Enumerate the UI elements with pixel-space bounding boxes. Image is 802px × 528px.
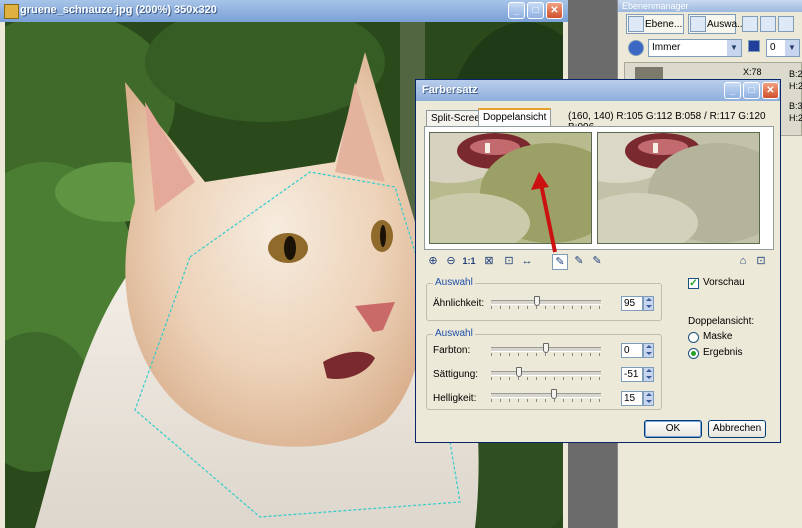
blend-icon [628,40,644,56]
group-label: Auswahl [433,328,475,339]
selection-group: Auswahl Ähnlichkeit: 95 [426,277,662,321]
preview-label: Vorschau [703,277,745,288]
mask-label: Maske [703,331,733,342]
selection-icon [690,16,706,32]
chevron-down-icon: ▼ [785,40,799,56]
ok-button[interactable]: OK [644,420,702,438]
tab-label: Doppelansicht [483,112,547,123]
preview-result[interactable] [597,132,760,244]
cancel-button[interactable]: Abbrechen [708,420,766,438]
saturation-slider-track[interactable] [491,371,601,376]
brightness-spinner[interactable] [643,391,654,406]
blend-mode-select[interactable]: Immer ▼ [648,39,742,57]
similarity-spinner[interactable] [643,296,654,311]
layer-view-icon[interactable] [778,16,794,32]
navigator-icon[interactable]: ⌂ [736,254,750,268]
slider-ticks [491,306,601,309]
layer-info: H:2 [789,81,802,91]
select-button-label: Auswa... [707,19,746,30]
hue-label: Farbton: [433,345,471,356]
slider-ticks [491,377,601,380]
opacity-value: 0 [770,42,776,53]
eyedropper-minus-icon[interactable]: ✎ [590,254,604,268]
layers-button-label: Ebene... [645,19,683,30]
group-label: Auswahl [433,277,475,288]
preview-checkbox[interactable]: ✓ [688,278,699,289]
result-radio[interactable] [688,348,699,359]
result-label: Ergebnis [703,347,743,358]
saturation-slider-thumb[interactable] [515,367,522,377]
image-window-title: gruene_schnauze.jpg (200%) 350x320 [20,4,217,16]
actual-size-icon[interactable]: 1:1 [462,254,476,268]
tab-double-view[interactable]: Doppelansicht [478,108,552,127]
similarity-slider-thumb[interactable] [534,296,541,306]
adjust-group: Auswahl Farbton: 0 Sättigung: -51 Hellig… [426,328,662,410]
layers-icon [628,16,644,32]
color-replace-dialog: Farbersatz _ □ ✕ Split-Screen Doppelansi… [415,79,781,443]
maximize-button[interactable]: □ [743,82,760,99]
blend-mode-value: Immer [652,42,681,53]
eyedropper-plus-icon[interactable]: ✎ [572,254,586,268]
eyedropper-icon[interactable]: ✎ [552,254,568,270]
new-layer-icon[interactable] [760,16,776,32]
preview-zoom-icon[interactable]: ⊡ [754,254,768,268]
chevron-down-icon: ▼ [727,40,741,56]
dialog-titlebar[interactable]: Farbersatz _ □ ✕ [416,80,780,101]
minimize-button[interactable]: _ [724,82,741,99]
fit-window-icon[interactable]: ⊠ [482,254,496,268]
brightness-input[interactable]: 15 [621,391,643,406]
layer-props-icon[interactable] [742,16,758,32]
zoom-out-icon[interactable]: ⊖ [444,254,458,268]
saturation-spinner[interactable] [643,367,654,382]
similarity-input[interactable]: 95 [621,296,643,311]
maximize-button[interactable]: □ [527,2,544,19]
brightness-slider-thumb[interactable] [550,389,557,399]
minimize-button[interactable]: _ [508,2,525,19]
saturation-label: Sättigung: [433,369,479,380]
zoom-selection-icon[interactable]: ⊡ [502,254,516,268]
layer-info: H:2 [789,113,802,123]
image-file-icon [4,4,19,19]
dialog-title: Farbersatz [422,84,478,96]
slider-ticks [491,353,601,356]
mask-radio[interactable] [688,332,699,343]
saturation-input[interactable]: -51 [621,367,643,382]
pan-icon[interactable]: ↔ [520,254,534,268]
layer-info: B:3 [789,101,802,111]
similarity-label: Ähnlichkeit: [433,298,485,309]
zoom-in-icon[interactable]: ⊕ [426,254,440,268]
layer-info: X:78 [743,67,762,77]
layer-info: B:2 [789,69,802,79]
similarity-slider-track[interactable] [491,300,601,305]
hue-slider-thumb[interactable] [543,343,549,353]
double-view-label: Doppelansicht: [688,316,755,327]
layers-panel-title: Ebenenmanager [618,0,802,12]
opacity-icon [748,40,760,52]
close-button[interactable]: ✕ [546,2,563,19]
image-window-titlebar[interactable]: gruene_schnauze.jpg (200%) 350x320 _ □ ✕ [0,0,568,22]
preview-area[interactable] [424,126,774,250]
brightness-slider-track[interactable] [491,393,601,398]
hue-input[interactable]: 0 [621,343,643,358]
close-button[interactable]: ✕ [762,82,779,99]
opacity-field[interactable]: 0 ▼ [766,39,800,57]
slider-ticks [491,399,601,402]
brightness-label: Helligkeit: [433,393,477,404]
preview-original[interactable] [429,132,592,244]
hue-spinner[interactable] [643,343,654,358]
